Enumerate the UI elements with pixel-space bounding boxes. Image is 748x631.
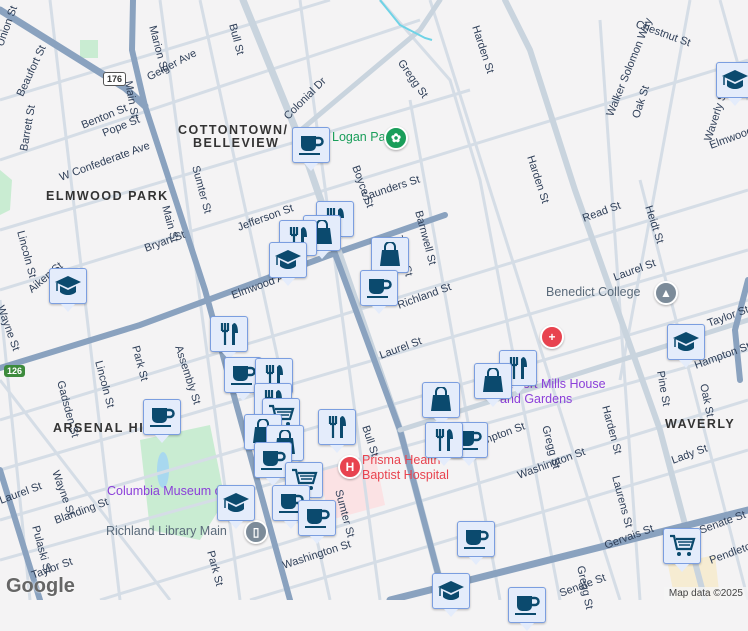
shopping-bag-icon [427, 387, 455, 413]
park-area [140, 425, 225, 540]
medical-icon[interactable]: + [540, 325, 564, 349]
school-marker[interactable] [49, 268, 87, 312]
park-area [80, 40, 98, 58]
coffee-icon [297, 132, 325, 158]
shopping-bag-icon [479, 368, 507, 394]
coffee-icon [365, 275, 393, 301]
coffee-marker[interactable] [143, 399, 181, 443]
library-icon[interactable]: ▯ [244, 520, 268, 544]
map-attribution[interactable]: Map data ©2025 [663, 587, 748, 600]
library-label[interactable]: Richland Library Main [106, 524, 227, 538]
coffee-icon [303, 505, 331, 531]
coffee-marker[interactable] [292, 127, 330, 171]
school-marker[interactable] [432, 573, 470, 617]
restaurant-marker[interactable] [210, 316, 248, 360]
coffee-icon [259, 447, 287, 473]
neighborhood-label: ELMWOOD PARK [46, 189, 169, 203]
school-marker[interactable] [716, 62, 748, 106]
restaurant-icon [323, 414, 351, 440]
graduation-cap-icon [274, 247, 302, 273]
coffee-marker[interactable] [508, 587, 546, 631]
coffee-marker[interactable] [457, 521, 495, 565]
coffee-marker[interactable] [360, 270, 398, 314]
graduation-cap-icon [54, 273, 82, 299]
coffee-icon [513, 592, 541, 618]
park-icon[interactable]: ✿ [384, 126, 408, 150]
school-marker[interactable] [217, 485, 255, 529]
restaurant-icon [430, 427, 458, 453]
shopping-cart-icon [668, 533, 696, 559]
hospital-icon[interactable]: H [338, 455, 362, 479]
school-place-icon[interactable]: ▲ [654, 281, 678, 305]
graduation-cap-icon [721, 67, 748, 93]
google-logo: Google [6, 575, 75, 597]
restaurant-marker[interactable] [318, 409, 356, 453]
park-area [0, 170, 12, 215]
restaurant-icon [215, 321, 243, 347]
shopping-marker[interactable] [371, 237, 409, 281]
hospital-label-line2[interactable]: Baptist Hospital [362, 468, 449, 482]
cart-marker[interactable] [663, 528, 701, 572]
shopping-bag-icon [376, 242, 404, 268]
neighborhood-label: WAVERLY [665, 417, 736, 431]
coffee-icon [148, 404, 176, 430]
coffee-icon [462, 526, 490, 552]
school-marker[interactable] [667, 324, 705, 368]
restaurant-marker[interactable] [425, 422, 463, 466]
coffee-marker[interactable] [298, 500, 336, 544]
graduation-cap-icon [222, 490, 250, 516]
coffee-icon [229, 362, 257, 388]
school-marker[interactable] [269, 242, 307, 286]
neighborhood-label: BELLEVIEW [193, 136, 280, 150]
shopping-marker[interactable] [422, 382, 460, 426]
interstate-shield: 126 [4, 365, 26, 377]
neighborhood-label: COTTONTOWN/ [178, 123, 289, 137]
shopping-marker[interactable] [474, 363, 512, 407]
graduation-cap-icon [437, 578, 465, 604]
graduation-cap-icon [672, 329, 700, 355]
benedict-college-label[interactable]: Benedict College [546, 285, 641, 299]
